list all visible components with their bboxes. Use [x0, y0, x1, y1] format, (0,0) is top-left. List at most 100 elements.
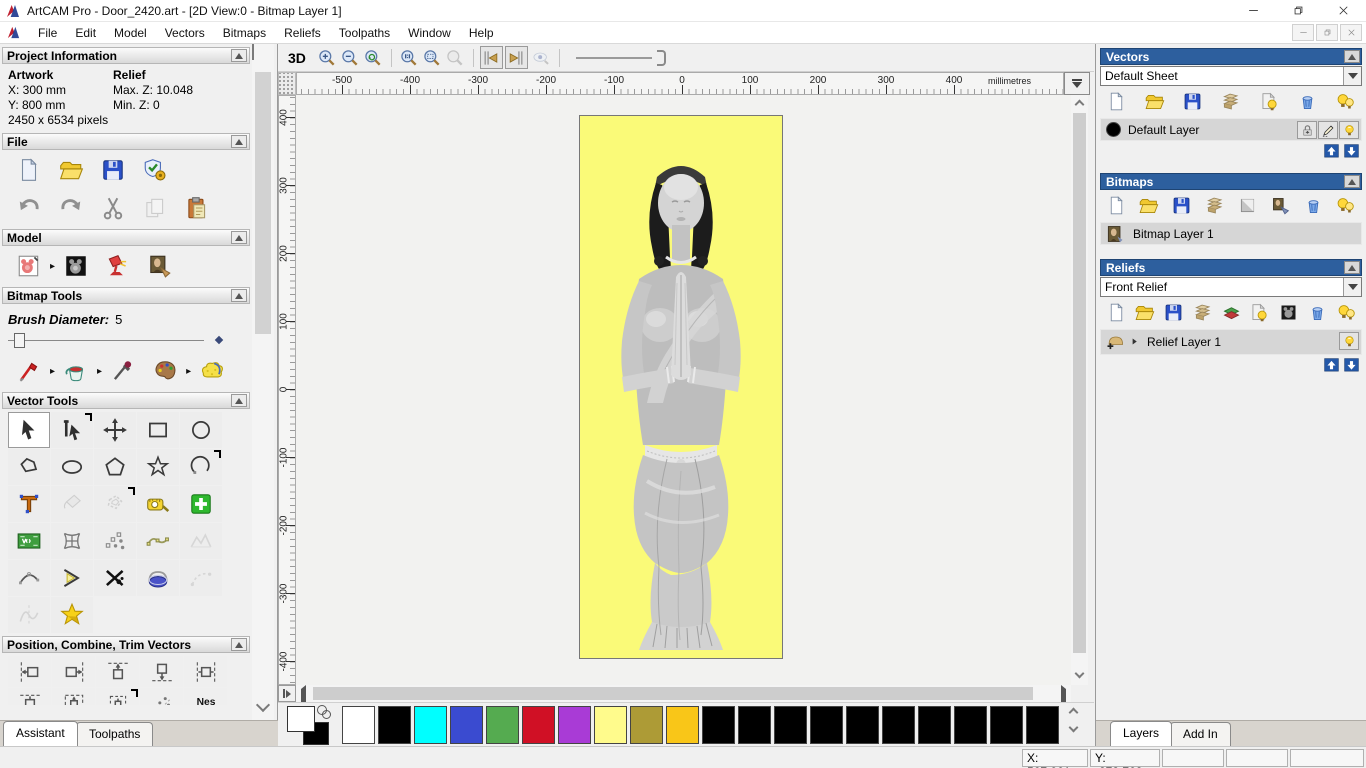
- preview-eye-icon[interactable]: [530, 46, 553, 69]
- vtool-mountains[interactable]: [180, 523, 222, 559]
- collapse-button[interactable]: [231, 394, 247, 407]
- link-colours-icon[interactable]: [317, 705, 331, 719]
- edit-pencil-button[interactable]: [1318, 121, 1338, 139]
- colour-swatch[interactable]: [846, 706, 879, 744]
- vtool-star[interactable]: [137, 449, 179, 485]
- flyout-arrow-icon[interactable]: ▸: [186, 366, 191, 377]
- zoom-box-icon[interactable]: [421, 46, 444, 69]
- colour-swatch[interactable]: [738, 706, 771, 744]
- menu-model[interactable]: Model: [105, 24, 156, 42]
- collapse-button[interactable]: [1344, 261, 1360, 274]
- lock-button[interactable]: [1297, 121, 1317, 139]
- scroll-up-icon[interactable]: [252, 44, 254, 60]
- colour-swatch[interactable]: [702, 706, 735, 744]
- open-file-icon[interactable]: [56, 156, 86, 184]
- collapse-button[interactable]: [231, 231, 247, 244]
- combo-dropdown-icon[interactable]: [1343, 278, 1361, 296]
- vtool-fill-vector[interactable]: [51, 486, 93, 522]
- menu-reliefs[interactable]: Reliefs: [275, 24, 330, 42]
- gray-frame-icon[interactable]: [1277, 301, 1301, 323]
- open-folder-icon[interactable]: [1142, 90, 1166, 112]
- scroll-right-icon[interactable]: [1061, 685, 1066, 707]
- ruler-unit-button[interactable]: [1064, 72, 1090, 95]
- set-model-size-icon[interactable]: [14, 252, 44, 280]
- layer-down-button[interactable]: [1343, 358, 1360, 373]
- postool-align-right[interactable]: [52, 656, 95, 687]
- visibility-bulb-button[interactable]: [1339, 121, 1359, 139]
- zoom-in-icon[interactable]: [316, 46, 339, 69]
- new-page-icon[interactable]: [1104, 90, 1128, 112]
- new-page-icon[interactable]: [1104, 301, 1128, 323]
- vtool-node-edit[interactable]: [51, 412, 93, 448]
- colour-swatch[interactable]: [1026, 706, 1059, 744]
- colour-swatch[interactable]: [810, 706, 843, 744]
- slider-handle[interactable]: [656, 49, 666, 66]
- bulb-page-icon[interactable]: [1257, 90, 1281, 112]
- trash-icon[interactable]: [1296, 90, 1320, 112]
- model-options-icon[interactable]: [140, 156, 170, 184]
- scroll-down-icon[interactable]: [1068, 722, 1078, 733]
- tab-add-in[interactable]: Add In: [1170, 722, 1231, 746]
- colour-swatch[interactable]: [918, 706, 951, 744]
- vtool-select[interactable]: [8, 412, 50, 448]
- toggle-bulbs-icon[interactable]: [1334, 194, 1358, 216]
- minimize-button[interactable]: [1231, 0, 1276, 21]
- slider-handle[interactable]: [14, 333, 25, 348]
- vtool-wave-nodes[interactable]: [137, 523, 179, 559]
- zoom-1to1-icon[interactable]: [398, 46, 421, 69]
- toggle-bulbs-icon[interactable]: [1334, 90, 1358, 112]
- colour-swatch[interactable]: [378, 706, 411, 744]
- mdi-minimize-button[interactable]: [1292, 24, 1314, 41]
- colour-swatch[interactable]: [558, 706, 591, 744]
- trash-icon[interactable]: [1301, 194, 1325, 216]
- load-image-icon[interactable]: [145, 252, 175, 280]
- open-folder-icon[interactable]: [1137, 194, 1161, 216]
- save-floppy-icon[interactable]: [1170, 194, 1194, 216]
- colour-swatch[interactable]: [630, 706, 663, 744]
- collapse-button[interactable]: [231, 289, 247, 302]
- colour-swatch[interactable]: [774, 706, 807, 744]
- pane-split-button[interactable]: [278, 685, 296, 702]
- postool-align-bottom[interactable]: [140, 656, 183, 687]
- paint-brush-icon[interactable]: [14, 357, 44, 385]
- vtool-text[interactable]: [8, 486, 50, 522]
- primary-secondary-colours[interactable]: [287, 705, 335, 746]
- colour-swatch[interactable]: [342, 706, 375, 744]
- vtool-bisector[interactable]: [51, 560, 93, 596]
- tab-layers[interactable]: Layers: [1110, 721, 1173, 746]
- vtool-doctor-vectors[interactable]: [180, 486, 222, 522]
- texture-sponge-icon[interactable]: [197, 357, 227, 385]
- bitmap-layer-row[interactable]: Bitmap Layer 1: [1100, 222, 1362, 245]
- restore-button[interactable]: [1276, 0, 1321, 21]
- lighting-icon[interactable]: [103, 252, 133, 280]
- visibility-bulb-button[interactable]: [1339, 332, 1359, 350]
- vtool-distort-grid[interactable]: [51, 523, 93, 559]
- paste-icon[interactable]: [182, 194, 212, 222]
- relief-layer-row[interactable]: Relief Layer 1: [1100, 329, 1362, 355]
- scroll-left-icon[interactable]: [301, 685, 306, 707]
- flyout-arrow-icon[interactable]: ▸: [97, 366, 102, 377]
- vtool-fit-arcs[interactable]: [8, 560, 50, 596]
- postool-nest[interactable]: Nes: [184, 688, 227, 705]
- zoom-previous-icon[interactable]: [362, 46, 385, 69]
- tab-toolpaths[interactable]: Toolpaths: [76, 722, 154, 746]
- scroll-up-icon[interactable]: [1068, 707, 1078, 718]
- vtool-arc[interactable]: [180, 449, 222, 485]
- vtool-polyline[interactable]: [8, 449, 50, 485]
- vtool-polygon[interactable]: [94, 449, 136, 485]
- save-floppy-icon[interactable]: [1162, 301, 1186, 323]
- new-page-icon[interactable]: [1104, 194, 1128, 216]
- menu-file[interactable]: File: [29, 24, 66, 42]
- flyout-arrow-icon[interactable]: ▸: [50, 366, 55, 377]
- collapse-button[interactable]: [231, 638, 247, 651]
- close-button[interactable]: [1321, 0, 1366, 21]
- postool-align-top[interactable]: [96, 656, 139, 687]
- vtool-ellipse[interactable]: [51, 449, 93, 485]
- colour-swatch[interactable]: [486, 706, 519, 744]
- vtool-dotted-curve[interactable]: [180, 560, 222, 596]
- postool-align-left[interactable]: [8, 656, 51, 687]
- redo-icon[interactable]: [56, 194, 86, 222]
- menu-vectors[interactable]: Vectors: [156, 24, 214, 42]
- scrollbar-thumb[interactable]: [313, 687, 1033, 700]
- vtool-offset[interactable]: [94, 486, 136, 522]
